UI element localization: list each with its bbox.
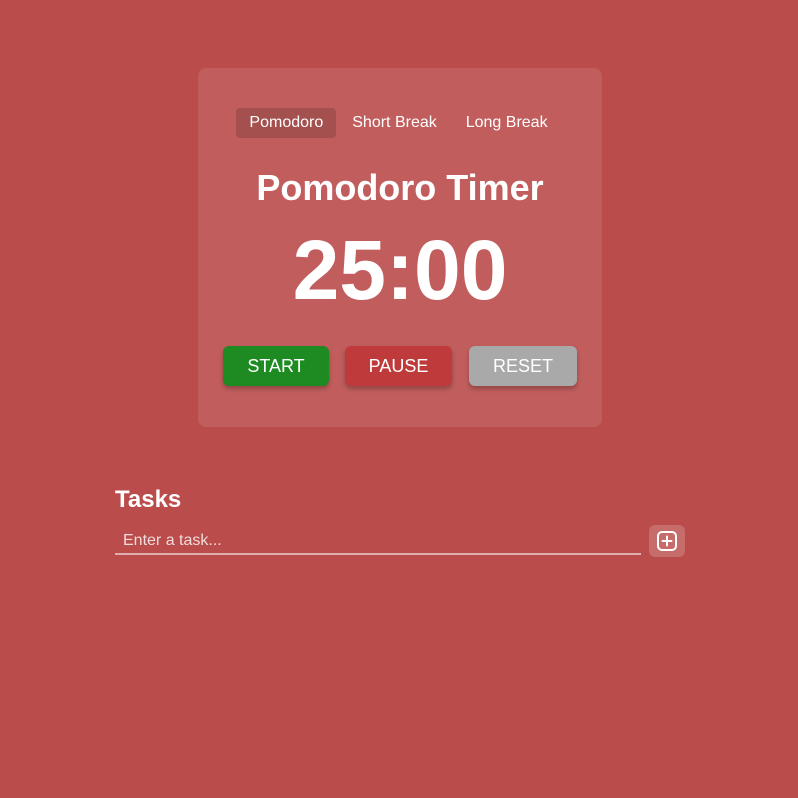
plus-square-icon [656, 530, 678, 552]
tab-pomodoro[interactable]: Pomodoro [236, 108, 337, 138]
reset-button[interactable]: RESET [469, 346, 577, 386]
add-task-button[interactable] [649, 525, 685, 557]
timer-display: 25:00 [292, 223, 508, 317]
tasks-section: Tasks [115, 485, 685, 561]
pause-button[interactable]: PAUSE [345, 346, 452, 386]
timer-controls: START PAUSE RESET [223, 346, 577, 386]
tasks-heading: Tasks [115, 486, 182, 513]
task-input-row [115, 525, 685, 561]
tab-long-break[interactable]: Long Break [453, 108, 561, 138]
tab-short-break[interactable]: Short Break [339, 108, 449, 138]
page-title: Pomodoro Timer [256, 167, 544, 208]
start-button[interactable]: START [223, 346, 329, 386]
timer-card: Pomodoro Short Break Long Break Pomodoro… [198, 68, 602, 427]
mode-tabs: Pomodoro Short Break Long Break [198, 108, 602, 138]
task-input[interactable] [115, 529, 641, 555]
